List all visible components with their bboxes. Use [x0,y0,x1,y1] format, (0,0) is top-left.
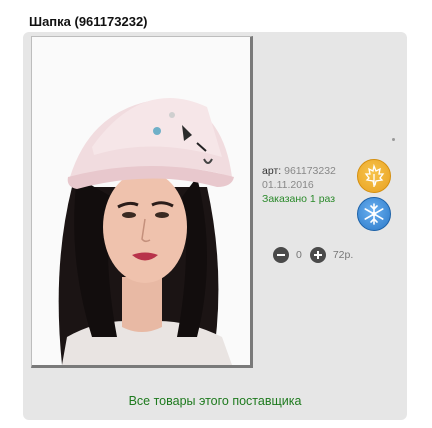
product-info: арт: 961173232 01.11.2016 Заказано 1 раз [262,164,358,206]
quantity-value: 0 [296,249,302,261]
product-title: Шапка (961173232) [29,14,148,29]
product-card: арт: 961173232 01.11.2016 Заказано 1 раз [23,32,407,420]
product-date: 01.11.2016 [262,179,314,191]
decorative-dot [392,138,395,141]
supplier-products-link[interactable]: Все товары этого поставщика [23,394,407,408]
article-label: арт: [262,165,282,177]
snowflake-icon [357,197,391,231]
ordered-count: Заказано 1 раз [262,193,336,205]
product-photo[interactable] [31,36,253,368]
quantity-stepper: 0 72р. [273,246,353,264]
article-value: 961173232 [284,165,336,177]
plus-icon[interactable] [309,247,326,263]
maple-leaf-icon [357,159,391,193]
minus-icon[interactable] [273,247,289,263]
product-image [32,37,250,365]
product-price: 72р. [332,249,354,261]
article-line: арт: 961173232 [262,164,358,178]
